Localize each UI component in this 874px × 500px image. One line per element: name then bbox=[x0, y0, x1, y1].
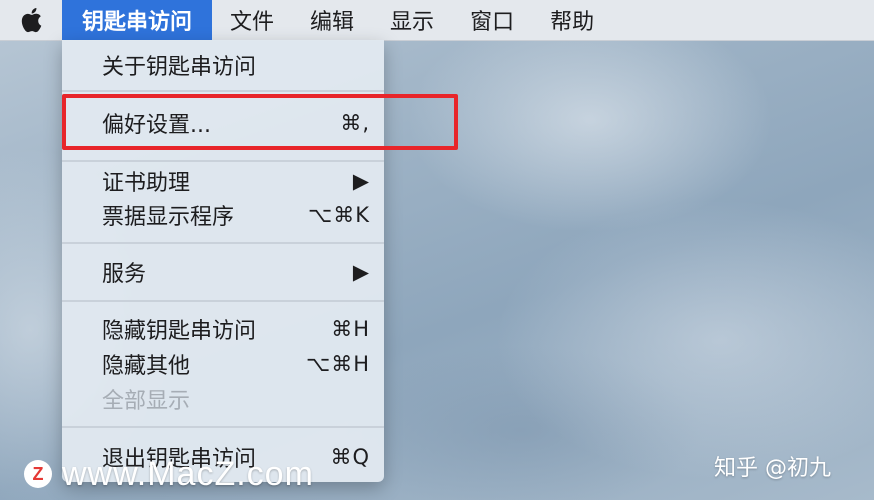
watermark-logo-icon: Z bbox=[24, 460, 52, 488]
menu-item-about[interactable]: 关于钥匙串访问 bbox=[62, 48, 384, 82]
menu-separator bbox=[62, 160, 384, 162]
menu-separator bbox=[62, 242, 384, 244]
watermark-site: www.MacZ.com bbox=[62, 455, 314, 493]
menu-item-show-all: 全部显示 bbox=[102, 389, 191, 414]
menu-item-ticket-viewer[interactable]: 票据显示程序 ⌥⌘K bbox=[62, 198, 384, 232]
menu-item-services[interactable]: 服务 ▶ bbox=[62, 255, 384, 289]
submenu-arrow-icon: ▶ bbox=[352, 169, 370, 193]
menu-item-certificate-assistant[interactable]: 证书助理 ▶ bbox=[62, 164, 384, 198]
menu-keychain-access[interactable]: 钥匙串访问 bbox=[62, 0, 213, 40]
shortcut-label: ⌘Q bbox=[330, 445, 370, 469]
menu-file[interactable]: 文件 bbox=[212, 0, 292, 40]
menu-item-hide-keychain-access[interactable]: 隐藏钥匙串访问 ⌘H bbox=[62, 312, 384, 346]
menu-view[interactable]: 显示 bbox=[372, 0, 452, 40]
menu-item-hide-others[interactable]: 隐藏其他 ⌥⌘H bbox=[62, 347, 384, 381]
apple-logo-icon bbox=[21, 8, 42, 33]
shortcut-label: ⌥⌘H bbox=[306, 352, 370, 376]
menu-bar: 钥匙串访问 文件 编辑 显示 窗口 帮助 bbox=[0, 0, 874, 41]
menu-help[interactable]: 帮助 bbox=[532, 0, 612, 40]
menu-separator bbox=[62, 300, 384, 302]
shortcut-label: ⌘H bbox=[331, 317, 370, 341]
shortcut-label: ⌥⌘K bbox=[308, 203, 370, 227]
apple-menu[interactable] bbox=[0, 0, 62, 40]
menu-separator bbox=[62, 426, 384, 428]
menu-separator bbox=[62, 90, 384, 92]
preferences-highlight-box bbox=[62, 94, 458, 150]
watermark-zhihu: 知乎 @初九 bbox=[714, 456, 831, 481]
menu-edit[interactable]: 编辑 bbox=[292, 0, 372, 40]
menu-window[interactable]: 窗口 bbox=[452, 0, 532, 40]
submenu-arrow-icon: ▶ bbox=[352, 260, 370, 284]
